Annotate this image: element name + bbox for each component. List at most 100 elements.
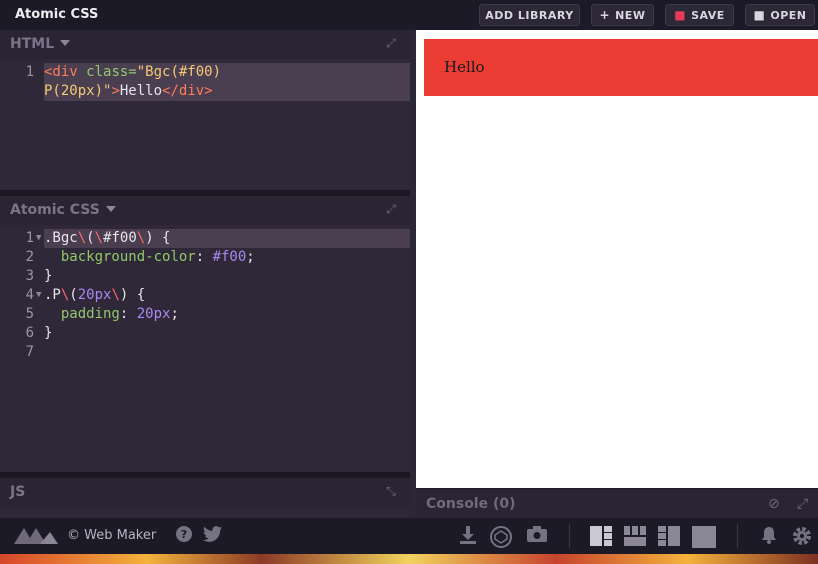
code-token: } [44, 268, 53, 284]
html-pane-header[interactable]: HTML ⤢ [0, 30, 410, 59]
code-line: 1 <div class="Bgc(#f00) [0, 63, 410, 82]
js-pane: JS ⤡ 1 [0, 478, 410, 518]
save-label: SAVE [691, 8, 725, 22]
brand-label[interactable]: © Web Maker [67, 528, 156, 543]
add-library-label: ADD LIBRARY [485, 8, 574, 22]
code-token: #f00 [212, 249, 247, 265]
code-text: .Bgc\(\#f00\) { [44, 229, 410, 248]
code-token: \ [94, 230, 104, 246]
code-token: \ [77, 230, 87, 246]
expand-icon[interactable]: ⤡ [384, 484, 398, 498]
layout-1-icon[interactable] [590, 526, 612, 546]
code-token: } [44, 325, 53, 341]
js-editor[interactable]: 1 [0, 510, 410, 518]
code-line: 1 [0, 510, 410, 518]
code-text: <div class="Bgc(#f00) [44, 63, 410, 82]
layout-4-icon[interactable] [692, 526, 716, 548]
console-title[interactable]: Console (0) [426, 496, 516, 512]
code-token: : [119, 306, 137, 322]
layout-3-icon[interactable] [658, 526, 680, 546]
code-token: class= [86, 64, 137, 80]
preview-red-box: Hello [424, 39, 818, 96]
code-token: .Bgc [44, 230, 78, 246]
css-pane: Atomic CSS ⤢ 1 ▼ .Bgc\(\#f00\) {2 backgrou… [0, 196, 410, 472]
save-button[interactable]: ■ SAVE [665, 4, 734, 26]
download-icon[interactable] [460, 526, 476, 548]
css-editor[interactable]: 1 ▼ .Bgc\(\#f00\) {2 background-color: #f0… [0, 229, 410, 362]
code-token: 20px [77, 287, 112, 303]
line-number: 4 [25, 287, 34, 303]
code-token: ( [69, 287, 78, 303]
expand-icon[interactable]: ⤢ [797, 496, 808, 512]
open-label: OPEN [770, 8, 807, 22]
html-pane: HTML ⤢ 1 <div class="Bgc(#f00) P(20px)">He… [0, 30, 410, 190]
code-token: ) { [145, 230, 171, 246]
layout-2-icon[interactable] [624, 526, 646, 546]
js-pane-title[interactable]: JS [10, 484, 25, 500]
code-token: ) { [119, 287, 146, 303]
line-number: 3 [25, 268, 34, 284]
fold-icon[interactable]: ▼ [36, 286, 41, 305]
code-token: \ [111, 287, 120, 303]
code-text: P(20px)">Hello</div> [44, 82, 410, 101]
line-number: 7 [25, 344, 34, 360]
line-number: 6 [25, 325, 34, 341]
preview-hello-text: Hello [444, 58, 485, 76]
file-icon: ■ [753, 8, 766, 22]
css-pane-title[interactable]: Atomic CSS [10, 202, 116, 218]
app-title: Atomic CSS [15, 7, 99, 22]
bell-icon[interactable] [760, 526, 778, 548]
code-line: 7 [0, 343, 410, 362]
code-token: </div> [162, 83, 213, 99]
collapse-icon[interactable]: ⤢ [384, 202, 398, 216]
new-button[interactable]: + NEW [591, 4, 654, 26]
svg-text:?: ? [181, 528, 187, 541]
code-token: #f00 [103, 230, 137, 246]
line-number: 1 [25, 230, 34, 246]
line-number: 2 [25, 249, 34, 265]
html-editor[interactable]: 1 <div class="Bgc(#f00) P(20px)">Hello</di… [0, 63, 410, 101]
code-token: Hello [119, 83, 163, 99]
fold-icon[interactable]: ▼ [36, 229, 41, 248]
editor-column: HTML ⤢ 1 <div class="Bgc(#f00) P(20px)">He… [0, 30, 410, 518]
save-icon: ■ [674, 8, 687, 22]
collapse-icon[interactable]: ⤢ [384, 36, 398, 50]
new-label: NEW [615, 8, 646, 22]
code-token: background-color [44, 249, 196, 265]
html-pane-title[interactable]: HTML [10, 36, 71, 52]
js-pane-header[interactable]: JS ⤡ [0, 478, 410, 507]
code-line: 1 ▼ .Bgc\(\#f00\) { [0, 229, 410, 248]
code-token: padding [44, 306, 120, 322]
preview-frame[interactable]: Hello [416, 30, 818, 488]
add-library-button[interactable]: ADD LIBRARY [479, 4, 580, 26]
css-pane-header[interactable]: Atomic CSS ⤢ [0, 196, 410, 225]
top-bar: Atomic CSS ADD LIBRARY + NEW ■ SAVE ■ OP… [0, 0, 818, 30]
code-token: \ [136, 230, 146, 246]
code-line: 6} [0, 324, 410, 343]
code-text: padding: 20px; [44, 305, 179, 324]
code-token: P(20px)" [44, 83, 112, 99]
twitter-icon[interactable] [203, 526, 223, 546]
help-icon[interactable]: ? [176, 526, 192, 546]
web-maker-logo [14, 528, 58, 544]
code-text: .P\(20px\) { [44, 286, 145, 305]
chevron-down-icon [60, 40, 71, 46]
clear-console-icon[interactable]: ⊘ [768, 496, 780, 512]
codepen-icon[interactable] [490, 526, 512, 552]
code-line: 2 background-color: #f00; [0, 248, 410, 267]
console-bar[interactable]: Console (0) ⊘ ⤢ [416, 488, 818, 518]
code-token: > [111, 83, 120, 99]
gear-icon[interactable] [792, 526, 812, 550]
camera-icon[interactable] [527, 526, 547, 546]
code-line: 4 ▼ .P\(20px\) { [0, 286, 410, 305]
open-button[interactable]: ■ OPEN [745, 4, 815, 26]
code-token: <div [44, 64, 87, 80]
code-token: "Bgc(#f00) [136, 64, 222, 80]
code-text: } [44, 267, 52, 286]
line-number: 1 [25, 64, 34, 80]
chevron-down-icon [105, 206, 116, 212]
code-line: 3} [0, 267, 410, 286]
code-token: ; [246, 249, 255, 265]
code-text: background-color: #f00; [44, 248, 255, 267]
footer-separator [569, 524, 570, 548]
